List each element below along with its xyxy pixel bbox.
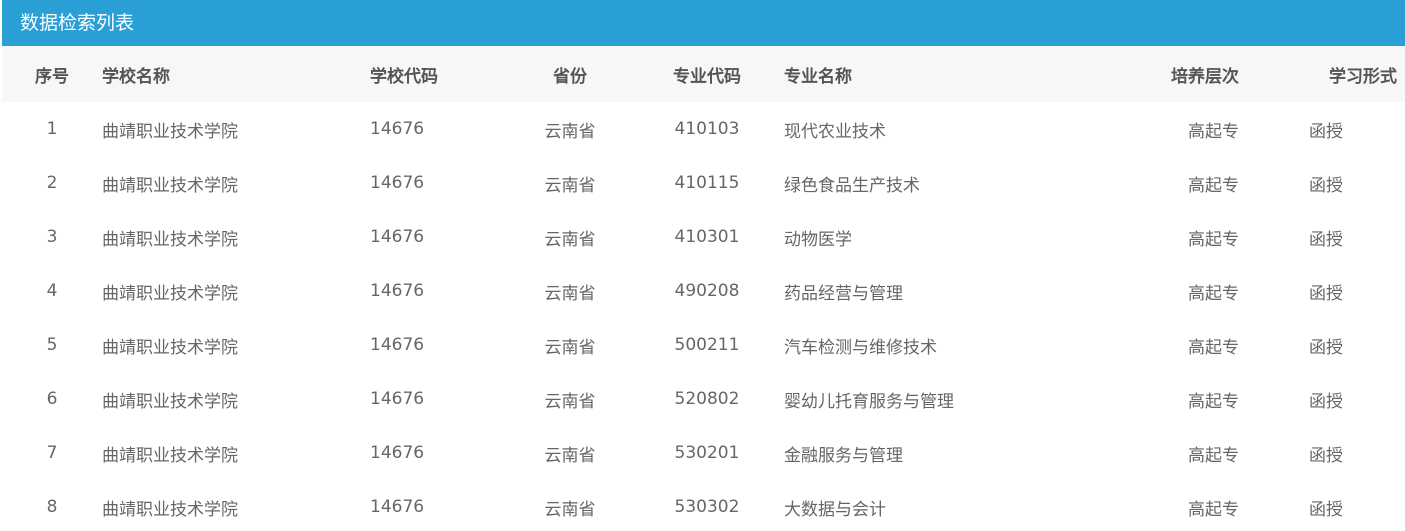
table-row[interactable]: 2 曲靖职业技术学院 14676 云南省 410115 绿色食品生产技术 高起专 函授 — [2, 156, 1405, 210]
cell-level: 高起专 — [1188, 121, 1239, 142]
cell-study-mode: 函授 — [1309, 229, 1343, 250]
cell-level: 高起专 — [1188, 445, 1239, 466]
cell-school-code: 14676 — [370, 281, 425, 301]
header-index: 序号 — [35, 66, 69, 87]
cell-index: 2 — [46, 173, 58, 193]
table-row[interactable]: 1 曲靖职业技术学院 14676 云南省 410103 现代农业技术 高起专 函授 — [2, 102, 1405, 156]
cell-province: 云南省 — [544, 445, 596, 466]
cell-study-mode: 函授 — [1309, 391, 1343, 412]
cell-index: 5 — [46, 335, 58, 355]
cell-province: 云南省 — [544, 391, 596, 412]
cell-index: 6 — [46, 389, 58, 409]
table-row[interactable]: 6 曲靖职业技术学院 14676 云南省 520802 婴幼儿托育服务与管理 高起专 函授 — [2, 372, 1405, 426]
header-school-name: 学校名称 — [102, 66, 170, 87]
cell-major-code: 530201 — [674, 443, 740, 463]
header-level: 培养层次 — [1171, 66, 1239, 87]
cell-major-name: 大数据与会计 — [784, 499, 886, 520]
cell-school-name: 曲靖职业技术学院 — [102, 175, 238, 196]
cell-province: 云南省 — [544, 121, 596, 142]
cell-school-code: 14676 — [370, 389, 425, 409]
table-row[interactable]: 5 曲靖职业技术学院 14676 云南省 500211 汽车检测与维修技术 高起专 函授 — [2, 318, 1405, 372]
header-study-mode: 学习形式 — [1329, 66, 1397, 87]
cell-school-name: 曲靖职业技术学院 — [102, 391, 238, 412]
cell-major-name: 汽车检测与维修技术 — [784, 337, 937, 358]
cell-study-mode: 函授 — [1309, 499, 1343, 520]
cell-school-name: 曲靖职业技术学院 — [102, 121, 238, 142]
cell-major-code: 410103 — [674, 119, 740, 139]
cell-school-code: 14676 — [370, 227, 425, 247]
cell-province: 云南省 — [544, 229, 596, 250]
table-row[interactable]: 8 曲靖职业技术学院 14676 云南省 530302 大数据与会计 高起专 函授 — [2, 480, 1405, 531]
header-province: 省份 — [553, 66, 587, 87]
cell-major-code: 500211 — [674, 335, 740, 355]
cell-level: 高起专 — [1188, 391, 1239, 412]
cell-study-mode: 函授 — [1309, 283, 1343, 304]
cell-school-name: 曲靖职业技术学院 — [102, 229, 238, 250]
cell-school-code: 14676 — [370, 335, 425, 355]
header-major-code: 专业代码 — [673, 66, 741, 87]
cell-study-mode: 函授 — [1309, 175, 1343, 196]
cell-level: 高起专 — [1188, 229, 1239, 250]
cell-province: 云南省 — [544, 337, 596, 358]
cell-major-code: 410301 — [674, 227, 740, 247]
cell-index: 4 — [46, 281, 58, 301]
cell-study-mode: 函授 — [1309, 445, 1343, 466]
data-search-panel: 数据检索列表 序号 学校名称 学校代码 省份 专业代码 专业名称 培养层次 学习… — [2, 0, 1405, 531]
cell-school-name: 曲靖职业技术学院 — [102, 499, 238, 520]
cell-province: 云南省 — [544, 175, 596, 196]
cell-index: 3 — [46, 227, 58, 247]
cell-major-name: 绿色食品生产技术 — [784, 175, 920, 196]
cell-major-code: 410115 — [674, 173, 740, 193]
cell-major-name: 动物医学 — [784, 229, 852, 250]
cell-study-mode: 函授 — [1309, 121, 1343, 142]
table-body: 1 曲靖职业技术学院 14676 云南省 410103 现代农业技术 高起专 函授 2 曲靖职业技… — [2, 102, 1405, 531]
cell-study-mode: 函授 — [1309, 337, 1343, 358]
cell-school-name: 曲靖职业技术学院 — [102, 337, 238, 358]
panel-title: 数据检索列表 — [2, 0, 1405, 46]
table-row[interactable]: 3 曲靖职业技术学院 14676 云南省 410301 动物医学 高起专 函授 — [2, 210, 1405, 264]
cell-school-code: 14676 — [370, 443, 425, 463]
cell-level: 高起专 — [1188, 337, 1239, 358]
cell-major-code: 520802 — [674, 389, 740, 409]
cell-major-name: 药品经营与管理 — [784, 283, 903, 304]
cell-major-name: 金融服务与管理 — [784, 445, 903, 466]
cell-school-name: 曲靖职业技术学院 — [102, 445, 238, 466]
table-row[interactable]: 7 曲靖职业技术学院 14676 云南省 530201 金融服务与管理 高起专 函授 — [2, 426, 1405, 480]
cell-index: 1 — [46, 119, 58, 139]
cell-major-code: 530302 — [674, 497, 740, 517]
table-header-row: 序号 学校名称 学校代码 省份 专业代码 专业名称 培养层次 学习形式 — [2, 46, 1405, 102]
cell-major-code: 490208 — [674, 281, 740, 301]
cell-level: 高起专 — [1188, 283, 1239, 304]
cell-major-name: 现代农业技术 — [784, 121, 886, 142]
cell-school-code: 14676 — [370, 119, 425, 139]
cell-school-name: 曲靖职业技术学院 — [102, 283, 238, 304]
cell-school-code: 14676 — [370, 497, 425, 517]
table-row[interactable]: 4 曲靖职业技术学院 14676 云南省 490208 药品经营与管理 高起专 函授 — [2, 264, 1405, 318]
cell-school-code: 14676 — [370, 173, 425, 193]
cell-major-name: 婴幼儿托育服务与管理 — [784, 391, 954, 412]
cell-level: 高起专 — [1188, 499, 1239, 520]
cell-level: 高起专 — [1188, 175, 1239, 196]
results-table: 序号 学校名称 学校代码 省份 专业代码 专业名称 培养层次 学习形式 1 曲靖职… — [2, 46, 1405, 531]
cell-province: 云南省 — [544, 283, 596, 304]
header-school-code: 学校代码 — [370, 66, 438, 87]
header-major-name: 专业名称 — [784, 66, 852, 87]
cell-index: 7 — [46, 443, 58, 463]
cell-province: 云南省 — [544, 499, 596, 520]
cell-index: 8 — [46, 497, 58, 517]
